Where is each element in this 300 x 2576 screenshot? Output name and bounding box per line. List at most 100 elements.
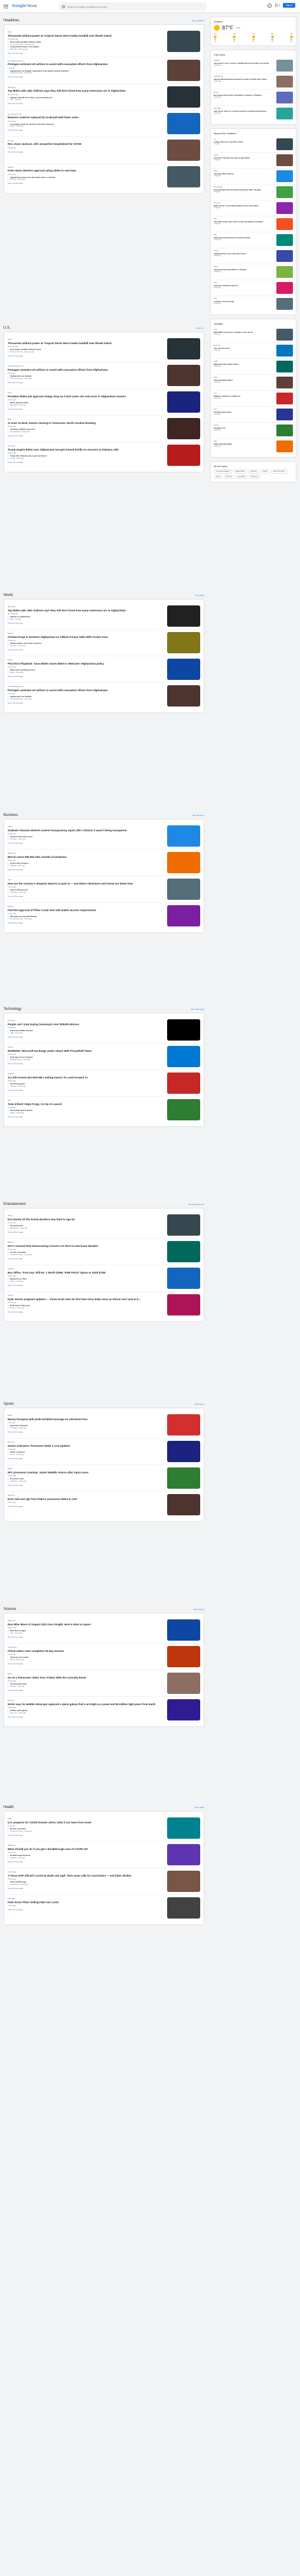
topic-chip[interactable]: Kinship [260, 469, 270, 474]
full-coverage-link[interactable]: View Full Coverage [8, 355, 161, 357]
story-source[interactable]: ESPN [8, 1414, 161, 1417]
item-thumbnail[interactable] [276, 154, 293, 166]
item-source[interactable]: USA Today [214, 108, 273, 109]
story-headline[interactable]: People can't stop buying Samsung's new f… [8, 1023, 161, 1026]
item-thumbnail[interactable] [276, 282, 293, 294]
more-link[interactable]: More World [195, 594, 204, 597]
story-headline[interactable]: Trump targets Biden over Afghanistan but… [8, 448, 161, 451]
story-thumbnail[interactable] [167, 1467, 200, 1489]
more-link[interactable]: More U.S. [196, 327, 204, 329]
full-coverage-link[interactable]: View Full Coverage [8, 151, 161, 153]
story-headline[interactable]: Pentagon activates US airlines to assist… [8, 63, 161, 66]
story-thumbnail[interactable] [167, 1294, 200, 1315]
item-thumbnail[interactable] [276, 234, 293, 246]
full-coverage-link[interactable]: View Full Coverage [8, 1457, 161, 1460]
story-headline[interactable]: Thousands without power as Tropical Stor… [8, 342, 161, 345]
full-coverage-link[interactable]: View Full Coverage [8, 1089, 161, 1091]
apps-icon[interactable] [275, 3, 280, 8]
full-coverage-link[interactable]: View Full Coverage [8, 895, 161, 897]
item-thumbnail[interactable] [276, 393, 293, 404]
story-headline[interactable]: Don Everly Of The Everly Brothers Has Di… [8, 1218, 161, 1221]
item-source[interactable]: PolitiFact [214, 60, 273, 61]
story-thumbnail[interactable] [167, 1871, 200, 1892]
logo[interactable]: Google News [12, 4, 37, 8]
item-source[interactable]: Reuters [214, 425, 273, 426]
story-thumbnail[interactable] [167, 418, 200, 439]
story-headline[interactable]: Here are the country's cheapest airports… [8, 882, 161, 885]
story-thumbnail[interactable] [167, 879, 200, 900]
story-thumbnail[interactable] [167, 1897, 200, 1919]
full-coverage-link[interactable]: View Full Coverage [8, 129, 161, 131]
item-thumbnail[interactable] [276, 361, 293, 372]
story-headline[interactable]: At least 14 dead, dozens missing in Tenn… [8, 422, 161, 425]
full-coverage-link[interactable]: View Full Coverage [8, 1062, 161, 1065]
item-source[interactable]: NPR [214, 218, 273, 220]
story-source[interactable]: Reuters [8, 632, 161, 634]
story-thumbnail[interactable] [167, 1673, 200, 1694]
item-source[interactable]: Time [214, 393, 273, 394]
story-thumbnail[interactable] [167, 1214, 200, 1236]
story-source[interactable]: CNN [8, 879, 161, 881]
story-source[interactable]: Forbes [8, 1046, 161, 1048]
story-headline[interactable]: What should you do if you get a breakthr… [8, 1848, 161, 1851]
section-title[interactable]: U.S. [4, 326, 11, 330]
story-source[interactable]: Deadline [8, 1268, 161, 1270]
story-headline[interactable]: Pentagon activates US airlines to assist… [8, 689, 161, 692]
story-headline[interactable]: Putin slams Western approval rating slid… [8, 169, 161, 172]
full-coverage-link[interactable]: View Full Coverage [8, 869, 161, 871]
story-headline[interactable]: U.S. prepares for COVID booster shots; w… [8, 1821, 161, 1824]
story-source[interactable]: NFL.com [8, 1441, 161, 1443]
item-source[interactable]: Vox [214, 138, 273, 140]
full-coverage-link[interactable]: View Full Coverage [8, 52, 161, 54]
story-thumbnail[interactable] [167, 1844, 200, 1865]
more-link[interactable]: More Headlines [192, 20, 204, 22]
item-thumbnail[interactable] [276, 108, 293, 119]
search-input[interactable] [67, 5, 185, 8]
more-link[interactable]: More Science [194, 1608, 204, 1611]
story-headline[interactable]: Top Biden aide Jake Sullivan says they s… [8, 89, 161, 92]
search-box[interactable] [59, 2, 207, 11]
story-headline[interactable]: Rev. Jesse Jackson, wife Jacqueline hosp… [8, 142, 161, 145]
more-link[interactable]: More Sports [195, 1403, 204, 1405]
story-thumbnail[interactable] [167, 86, 200, 108]
topic-chip[interactable]: Ride the Hurricane [270, 469, 288, 474]
story-thumbnail[interactable] [167, 31, 200, 52]
story-thumbnail[interactable] [167, 1441, 200, 1462]
section-title[interactable]: Sports [4, 1402, 14, 1406]
story-headline[interactable]: President Biden job approval ratings dro… [8, 395, 161, 398]
item-thumbnail[interactable] [276, 409, 293, 420]
item-source[interactable]: Snopes [214, 92, 273, 93]
story-thumbnail[interactable] [167, 1046, 200, 1067]
full-coverage-link[interactable]: View Full Coverage [8, 461, 161, 464]
story-source[interactable]: NBC News [8, 86, 161, 89]
story-thumbnail[interactable] [167, 59, 200, 81]
story-thumbnail[interactable] [167, 852, 200, 873]
item-thumbnail[interactable] [276, 250, 293, 262]
story-source[interactable]: NBC News [8, 605, 161, 608]
story-source[interactable]: The Verge [8, 1019, 161, 1022]
story-source[interactable]: IGN [8, 1099, 161, 1101]
item-thumbnail[interactable] [276, 186, 293, 198]
story-headline[interactable]: Dust, ball and ugh from Padres' preseaso… [8, 1498, 161, 1501]
full-coverage-link[interactable]: View Full Coverage [8, 1231, 161, 1233]
full-coverage-link[interactable]: View Full Coverage [8, 1689, 161, 1692]
item-source[interactable]: Axios [214, 282, 273, 284]
story-source[interactable]: Stat News [8, 1897, 161, 1900]
story-thumbnail[interactable] [167, 139, 200, 161]
story-headline[interactable]: Newsom could be replaced by recall poll … [8, 116, 161, 119]
full-coverage-link[interactable]: View Full Coverage [8, 649, 161, 651]
full-coverage-link[interactable]: View Full Coverage [8, 1116, 161, 1118]
story-thumbnail[interactable] [167, 1019, 200, 1041]
story-headline[interactable]: 13 Little Known But INSANE Looking Games… [8, 1076, 161, 1079]
item-thumbnail[interactable] [276, 329, 293, 341]
story-thumbnail[interactable] [167, 1099, 200, 1120]
full-coverage-link[interactable]: View Full Coverage [8, 842, 161, 844]
item-thumbnail[interactable] [276, 218, 293, 230]
section-title[interactable]: Entertainment [4, 1203, 25, 1206]
item-thumbnail[interactable] [276, 377, 293, 388]
story-headline[interactable]: Pentagon activates US airlines to assist… [8, 368, 161, 371]
item-thumbnail[interactable] [276, 76, 293, 88]
story-source[interactable]: The Hill [8, 140, 161, 142]
full-coverage-link[interactable]: View Full Coverage [8, 1505, 161, 1508]
story-source[interactable]: Reuters [8, 166, 161, 169]
